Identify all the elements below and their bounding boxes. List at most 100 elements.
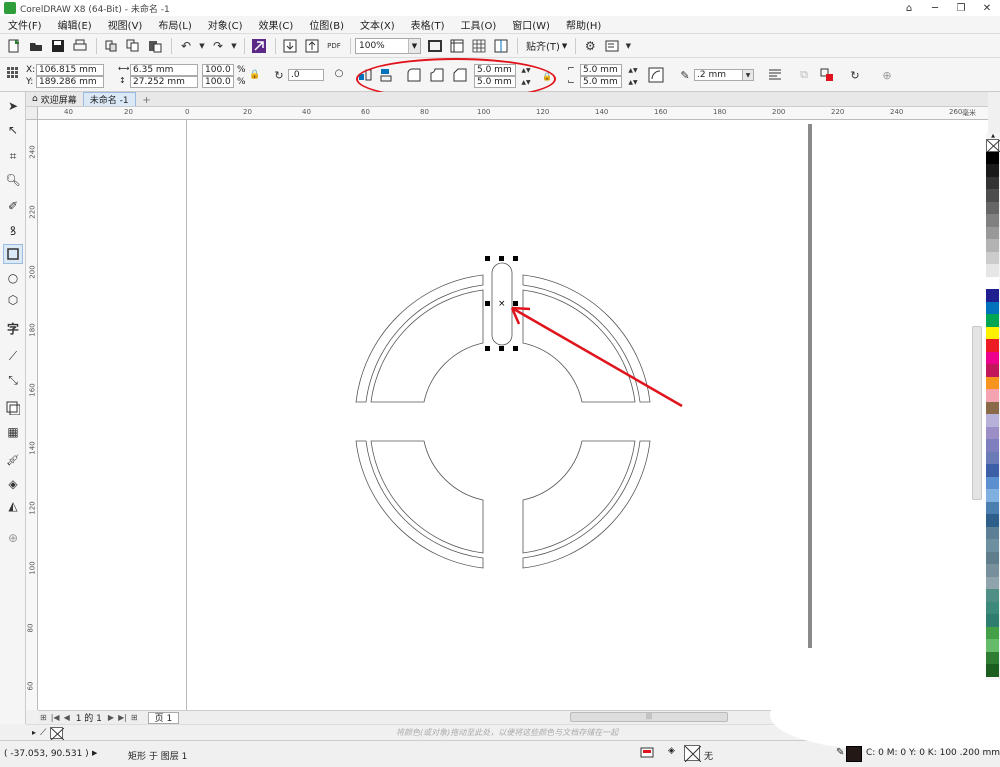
page-tab-1[interactable]: 页 1 (147, 711, 180, 724)
open-folder-icon[interactable] (26, 36, 46, 56)
minimize-button[interactable]: ─ (922, 0, 948, 16)
color-swatch[interactable] (986, 189, 999, 202)
no-color-swatch[interactable] (986, 139, 1000, 152)
color-swatch[interactable] (986, 239, 999, 252)
add-tool-icon[interactable]: ⊕ (3, 528, 23, 548)
color-proofing-icon[interactable] (640, 746, 654, 763)
options-gear-icon[interactable]: ⚙ (580, 36, 600, 56)
show-guidelines-icon[interactable] (491, 36, 511, 56)
horizontal-scrollbar[interactable]: ||| (570, 712, 728, 722)
menu-help[interactable]: 帮助(H) (558, 17, 609, 32)
color-swatch[interactable] (986, 414, 999, 427)
chevron-down-icon[interactable]: ▼ (742, 69, 754, 81)
color-swatch[interactable] (986, 314, 999, 327)
color-swatch[interactable] (986, 251, 999, 264)
color-swatch[interactable] (986, 576, 999, 589)
color-swatch[interactable] (986, 614, 999, 627)
paste-icon[interactable] (145, 36, 165, 56)
corner-radius-bottom-right[interactable]: 5.0 mm (580, 76, 622, 88)
color-swatch[interactable] (986, 176, 999, 189)
zoom-level-select[interactable]: 100% ▼ (355, 37, 421, 54)
color-swatch[interactable] (986, 476, 999, 489)
parallel-dimension-icon[interactable]: ⟋ (3, 346, 23, 366)
snap-to-dropdown[interactable]: 贴齐(T) ▼ (522, 38, 571, 54)
selection-handle[interactable] (485, 256, 490, 261)
crop-tool-icon[interactable]: ⌗ (3, 146, 23, 166)
tab-document[interactable]: 未命名 -1 (82, 92, 136, 106)
full-screen-icon[interactable] (425, 36, 445, 56)
pick-tool-icon[interactable]: ➤ (3, 96, 23, 116)
color-swatch[interactable] (986, 201, 999, 214)
outline-width-field[interactable]: .2 mm (694, 69, 744, 81)
height-field[interactable]: 27.252 mm (130, 76, 198, 88)
color-swatch[interactable] (986, 276, 999, 289)
text-tool-icon[interactable]: 字 (3, 318, 23, 338)
color-swatch[interactable] (986, 364, 999, 377)
undo-icon[interactable]: ↶ (176, 36, 196, 56)
corner-radius-top-right[interactable]: 5.0 mm (580, 64, 622, 76)
color-swatch[interactable] (986, 551, 999, 564)
lock-ratio-icon[interactable]: 🔒 (246, 66, 264, 84)
ellipse-tool-icon[interactable]: ○ (3, 268, 23, 288)
save-icon[interactable] (48, 36, 68, 56)
text-wrap-icon[interactable] (766, 66, 784, 84)
print-icon[interactable] (70, 36, 90, 56)
copy-icon[interactable] (123, 36, 143, 56)
color-swatch[interactable] (986, 539, 999, 552)
page-settings-icon[interactable]: ⊞ (38, 713, 49, 722)
next-page-icon[interactable]: ▶ (106, 713, 116, 722)
color-swatch[interactable] (986, 464, 999, 477)
selection-handle[interactable] (485, 346, 490, 351)
cut-icon[interactable] (101, 36, 121, 56)
show-rulers-icon[interactable] (447, 36, 467, 56)
color-swatch[interactable] (986, 626, 999, 639)
to-front-icon[interactable]: ⧉ (795, 66, 813, 84)
transparency-tool-icon[interactable]: ▦ (3, 422, 23, 442)
drawing-canvas[interactable]: × (38, 120, 988, 710)
prev-page-icon[interactable]: ◀ (62, 713, 72, 722)
menu-edit[interactable]: 编辑(E) (50, 17, 100, 32)
color-swatch[interactable] (986, 339, 999, 352)
application-launcher-icon[interactable] (602, 36, 622, 56)
zoom-tool-icon[interactable]: 🔍︎ (3, 170, 23, 190)
eyedropper-small-icon[interactable]: ⟋ (40, 728, 46, 738)
rotation-angle-field[interactable]: .0 (288, 69, 324, 81)
artistic-media-icon[interactable]: ꝸ (3, 220, 23, 240)
color-palette[interactable]: ▲ (986, 133, 1000, 713)
color-swatch[interactable] (986, 439, 999, 452)
horizontal-ruler[interactable]: 40 20 0 20 40 60 80 100 120 140 160 180 … (38, 107, 988, 120)
new-document-icon[interactable] (4, 36, 24, 56)
menu-table[interactable]: 表格(T) (403, 17, 453, 32)
color-swatch[interactable] (986, 164, 999, 177)
first-page-icon[interactable]: |◀ (49, 713, 62, 722)
color-swatch[interactable] (986, 514, 999, 527)
drop-shadow-icon[interactable] (3, 398, 23, 418)
color-swatch[interactable] (986, 501, 999, 514)
color-swatch[interactable] (986, 601, 999, 614)
selection-handle[interactable] (499, 346, 504, 351)
color-swatch[interactable] (986, 451, 999, 464)
color-swatch[interactable] (986, 564, 999, 577)
selection-handle[interactable] (499, 256, 504, 261)
color-swatch[interactable] (986, 651, 999, 664)
shape-tool-icon[interactable]: ↖ (3, 120, 23, 140)
selection-handle[interactable] (513, 346, 518, 351)
vertical-ruler[interactable]: 240 220 200 180 160 140 120 100 80 60 (26, 120, 38, 710)
relative-corner-scaling-icon[interactable] (647, 66, 665, 84)
color-swatch[interactable] (986, 301, 999, 314)
publish-pdf-icon[interactable]: PDF (324, 36, 344, 56)
show-grid-icon[interactable] (469, 36, 489, 56)
palette-scrollbar[interactable] (972, 326, 982, 500)
color-swatch[interactable] (986, 526, 999, 539)
redo-icon[interactable]: ↷ (208, 36, 228, 56)
no-fill-swatch-icon[interactable] (50, 726, 65, 740)
x-position-field[interactable]: 106.815 mm (36, 64, 104, 76)
palette-arrow-icon[interactable]: ▸ (32, 728, 36, 737)
width-field[interactable]: 6.35 mm (130, 64, 198, 76)
color-swatch[interactable] (986, 389, 999, 402)
connector-tool-icon[interactable]: ⤡ (3, 370, 23, 390)
launcher-dropdown-icon[interactable]: ▼ (624, 36, 632, 56)
smart-fill-icon[interactable]: ◭ (3, 496, 23, 516)
add-page-icon[interactable]: ⊞ (129, 713, 140, 722)
redo-dropdown-icon[interactable]: ▼ (230, 36, 238, 56)
